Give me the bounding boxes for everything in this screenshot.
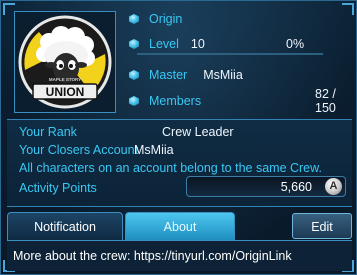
crew-level-row: Level 10 0%: [129, 35, 329, 53]
hex-bullet-icon: [129, 39, 139, 49]
crew-info-panel: UNION MAPLE STORY Origin Level 10 0% Mas…: [0, 0, 357, 275]
rank-label: Your Rank: [19, 125, 77, 139]
emblem-subtext: MAPLE STORY: [49, 77, 81, 82]
account-value: MsMiia: [134, 143, 174, 157]
activity-points-field: 5,660 A: [186, 176, 346, 197]
account-label: Your Closers Account: [19, 143, 139, 157]
crew-notice: All characters on an account belong to t…: [19, 161, 322, 175]
hex-bullet-icon: [129, 14, 139, 24]
level-label: Level: [149, 37, 179, 51]
about-panel: More about the crew: https://tinyurl.com…: [7, 240, 352, 271]
crew-header: UNION MAPLE STORY Origin Level 10 0% Mas…: [9, 7, 350, 117]
edit-button[interactable]: Edit: [292, 213, 352, 239]
tab-notification[interactable]: Notification: [7, 212, 123, 240]
emblem-text: UNION: [46, 85, 85, 99]
crew-master-row: Master MsMiia: [129, 66, 243, 84]
activity-label: Activity Points: [19, 181, 97, 195]
about-text: More about the crew: https://tinyurl.com…: [13, 249, 292, 263]
account-row: Your Closers Account MsMiia: [19, 142, 349, 158]
activity-button-icon[interactable]: A: [325, 178, 342, 195]
crew-name-row: Origin: [129, 10, 182, 28]
rank-value: Crew Leader: [162, 125, 234, 139]
crew-emblem: UNION MAPLE STORY: [14, 11, 116, 113]
master-value: MsMiia: [203, 68, 243, 82]
sheep-emblem-icon: UNION MAPLE STORY: [18, 15, 112, 109]
hex-bullet-icon: [129, 70, 139, 80]
members-value: 82 / 150: [315, 87, 336, 115]
tab-about[interactable]: About: [125, 212, 235, 240]
activity-points-row: Activity Points: [19, 180, 97, 196]
level-value: 10: [190, 37, 205, 51]
crew-tabs: Notification About Edit: [7, 212, 352, 240]
crew-name: Origin: [149, 12, 183, 26]
rank-row: Your Rank Crew Leader: [19, 124, 349, 140]
crew-members-row: Members 82 / 150: [129, 87, 357, 115]
xp-progress-bar: [137, 53, 323, 55]
hex-bullet-icon: [129, 96, 139, 106]
master-label: Master: [149, 68, 188, 82]
member-details: Your Rank Crew Leader Your Closers Accou…: [7, 119, 352, 207]
xp-percent: 0%: [286, 37, 305, 51]
members-label: Members: [149, 94, 202, 108]
activity-points-value: 5,660: [280, 180, 312, 194]
